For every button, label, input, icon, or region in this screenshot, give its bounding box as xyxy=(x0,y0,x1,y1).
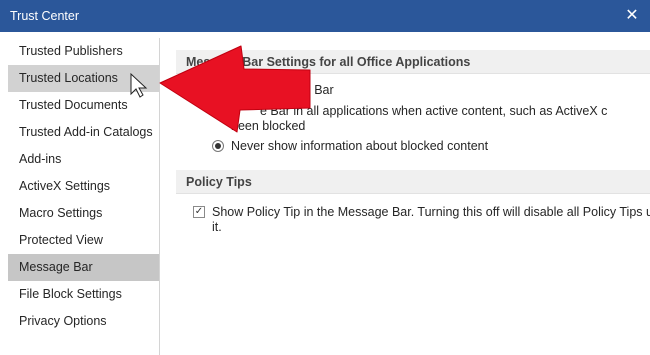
radio-all-apps-label-line2: been blocked xyxy=(231,119,306,133)
sidebar: Trusted Publishers Trusted Locations Tru… xyxy=(8,38,160,355)
sidebar-item-privacy-options[interactable]: Privacy Options xyxy=(8,308,159,335)
sidebar-item-trusted-documents[interactable]: Trusted Documents xyxy=(8,92,159,119)
policy-tips-section-header: Policy Tips xyxy=(176,170,650,194)
sidebar-item-message-bar[interactable]: Message Bar xyxy=(8,254,159,281)
sidebar-item-add-ins[interactable]: Add-ins xyxy=(8,146,159,173)
sidebar-item-trusted-locations[interactable]: Trusted Locations xyxy=(8,65,159,92)
policy-tip-checkbox[interactable]: ✓ xyxy=(193,206,205,218)
window-title: Trust Center xyxy=(10,9,80,23)
title-bar: Trust Center ✕ xyxy=(0,0,650,32)
sidebar-item-activex-settings[interactable]: ActiveX Settings xyxy=(8,173,159,200)
message-bar-section-header: Message Bar Settings for all Office Appl… xyxy=(176,50,650,74)
radio-show-message-bar[interactable]: Message Bar xyxy=(260,83,334,97)
sidebar-item-macro-settings[interactable]: Macro Settings xyxy=(8,200,159,227)
sidebar-item-protected-view[interactable]: Protected View xyxy=(8,227,159,254)
radio-show-message-bar-all-apps[interactable]: e Bar in all applications when active co… xyxy=(260,103,607,119)
radio-show-message-bar-label: Message Bar xyxy=(260,83,334,97)
policy-tip-checkbox-row[interactable]: ✓ Show Policy Tip in the Message Bar. Tu… xyxy=(193,205,650,220)
radio-never-show-info[interactable]: Never show information about blocked con… xyxy=(212,139,489,153)
sidebar-item-file-block-settings[interactable]: File Block Settings xyxy=(8,281,159,308)
policy-tip-checkbox-label-line2: it. xyxy=(212,220,222,234)
radio-never-show-info-label: Never show information about blocked con… xyxy=(231,139,489,153)
sidebar-item-trusted-publishers[interactable]: Trusted Publishers xyxy=(8,38,159,65)
radio-all-apps-label-line1: e Bar in all applications when active co… xyxy=(260,104,608,118)
close-icon[interactable]: ✕ xyxy=(620,4,644,28)
sidebar-item-trusted-add-in-catalogs[interactable]: Trusted Add-in Catalogs xyxy=(8,119,159,146)
settings-panel: Message Bar Settings for all Office Appl… xyxy=(160,38,650,355)
radio-never-show-info-button[interactable] xyxy=(212,140,224,152)
policy-tip-checkbox-label-line1: Show Policy Tip in the Message Bar. Turn… xyxy=(212,205,650,219)
